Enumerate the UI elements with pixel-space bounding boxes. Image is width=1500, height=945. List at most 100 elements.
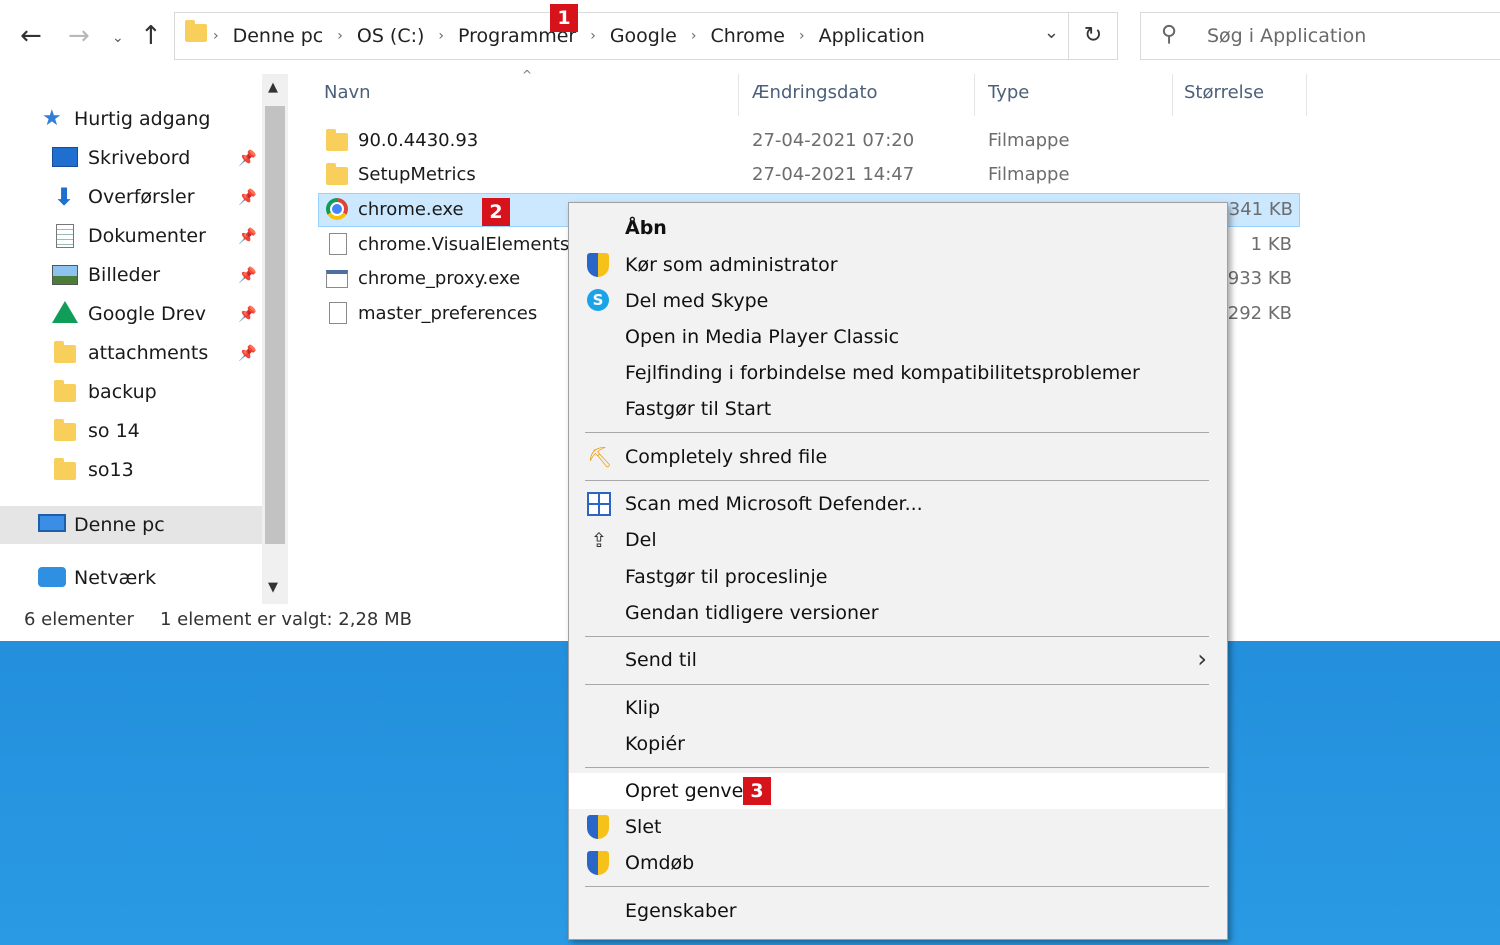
- pin-icon[interactable]: 📌: [238, 149, 257, 167]
- breadcrumb-os-c[interactable]: OS (C:): [357, 25, 425, 47]
- menu-item-pin-to-taskbar[interactable]: Fastgør til proceslinje: [569, 559, 1225, 595]
- sidebar-item-label: so13: [88, 459, 134, 481]
- uac-shield-icon: [587, 851, 611, 875]
- menu-item-run-as-admin[interactable]: Kør som administrator: [569, 247, 1225, 283]
- chevron-right-icon[interactable]: ›: [438, 28, 444, 44]
- shredder-icon: ⛏: [587, 445, 613, 469]
- scroll-up-arrow-icon[interactable]: ▲: [268, 80, 278, 95]
- sidebar-item-so-14[interactable]: so 14: [0, 412, 262, 450]
- menu-item-cut[interactable]: Klip: [569, 690, 1225, 726]
- desktop-icon: [52, 147, 78, 167]
- menu-item-label: Fejlfinding i forbindelse med kompatibil…: [625, 362, 1140, 384]
- sidebar-item-overforsler[interactable]: ⬇ Overførsler 📌: [0, 178, 262, 216]
- breadcrumb-google[interactable]: Google: [610, 25, 677, 47]
- menu-separator: [585, 636, 1209, 637]
- menu-item-shred-file[interactable]: ⛏ Completely shred file: [569, 439, 1225, 475]
- chevron-right-icon[interactable]: ›: [590, 28, 596, 44]
- recent-locations-chevron-icon[interactable]: ⌄: [112, 22, 124, 54]
- sidebar-item-backup[interactable]: backup: [0, 373, 262, 411]
- menu-separator: [585, 886, 1209, 887]
- pin-icon[interactable]: 📌: [238, 227, 257, 245]
- uac-shield-icon: [587, 253, 611, 277]
- scrollbar-thumb[interactable]: [265, 106, 285, 544]
- sidebar-item-label: Billeder: [88, 264, 161, 286]
- sidebar-item-dokumenter[interactable]: Dokumenter 📌: [0, 217, 262, 255]
- chevron-right-icon[interactable]: ›: [799, 28, 805, 44]
- forward-arrow-icon[interactable]: →: [68, 20, 90, 52]
- pin-icon[interactable]: 📌: [238, 188, 257, 206]
- menu-item-properties[interactable]: Egenskaber: [569, 893, 1225, 929]
- file-row-90-0-4430-93[interactable]: 90.0.4430.93 27-04-2021 07:20 Filmappe: [318, 124, 1298, 158]
- documents-icon: [56, 224, 74, 248]
- menu-item-create-shortcut[interactable]: Opret genvej: [569, 773, 1225, 809]
- file-type: Filmappe: [988, 164, 1070, 185]
- menu-item-label: Åbn: [625, 217, 667, 239]
- sidebar-item-so13[interactable]: so13: [0, 451, 262, 489]
- sidebar-item-denne-pc[interactable]: Denne pc: [0, 506, 262, 544]
- sidebar-item-netvaerk[interactable]: Netværk: [0, 559, 262, 597]
- menu-item-restore-versions[interactable]: Gendan tidligere versioner: [569, 595, 1225, 631]
- search-input[interactable]: ⚲ Søg i Application: [1140, 12, 1500, 60]
- sidebar-item-skrivebord[interactable]: Skrivebord 📌: [0, 139, 262, 177]
- menu-item-copy[interactable]: Kopiér: [569, 726, 1225, 762]
- breadcrumb-denne-pc[interactable]: Denne pc: [233, 25, 324, 47]
- menu-separator: [585, 684, 1209, 685]
- address-bar[interactable]: › Denne pc › OS (C:) › Programmer › Goog…: [174, 12, 1118, 60]
- file-name: 90.0.4430.93: [358, 130, 479, 151]
- menu-item-open-mpc[interactable]: Open in Media Player Classic: [569, 319, 1225, 355]
- sidebar-item-billeder[interactable]: Billeder 📌: [0, 256, 262, 294]
- chevron-down-icon[interactable]: ⌄: [1044, 22, 1059, 43]
- menu-item-label: Klip: [625, 697, 661, 719]
- sidebar-item-label: so 14: [88, 420, 140, 442]
- sidebar-item-quick-access[interactable]: ★ Hurtig adgang: [0, 100, 262, 138]
- sidebar-item-google-drev[interactable]: Google Drev 📌: [0, 295, 262, 333]
- menu-item-scan-defender[interactable]: Scan med Microsoft Defender...: [569, 486, 1225, 522]
- column-header-date[interactable]: Ændringsdato: [752, 82, 878, 103]
- menu-item-open[interactable]: Åbn: [569, 210, 1225, 246]
- menu-item-share-skype[interactable]: S Del med Skype: [569, 283, 1225, 319]
- search-icon: ⚲: [1161, 22, 1178, 47]
- pin-icon[interactable]: 📌: [238, 305, 257, 323]
- menu-item-label: Send til: [625, 649, 697, 671]
- menu-item-rename[interactable]: Omdøb: [569, 845, 1225, 881]
- column-divider[interactable]: [1306, 74, 1307, 116]
- breadcrumb-application[interactable]: Application: [819, 25, 925, 47]
- google-drive-icon: [52, 301, 78, 323]
- scroll-down-arrow-icon[interactable]: ▼: [268, 580, 278, 595]
- column-divider[interactable]: [974, 74, 975, 116]
- chevron-right-icon[interactable]: ›: [213, 28, 219, 44]
- column-divider[interactable]: [738, 74, 739, 116]
- computer-icon: [38, 514, 66, 532]
- column-header-type[interactable]: Type: [988, 82, 1029, 103]
- pin-icon[interactable]: 📌: [238, 266, 257, 284]
- sidebar-item-label: Overførsler: [88, 186, 195, 208]
- refresh-icon[interactable]: ↻: [1068, 13, 1117, 59]
- up-arrow-icon[interactable]: ↑: [140, 20, 162, 52]
- menu-item-delete[interactable]: Slet: [569, 809, 1225, 845]
- column-divider[interactable]: [1172, 74, 1173, 116]
- skype-icon: S: [587, 289, 611, 313]
- file-type: Filmappe: [988, 130, 1070, 151]
- menu-item-send-to[interactable]: Send til ›: [569, 642, 1225, 678]
- breadcrumb-chrome[interactable]: Chrome: [710, 25, 785, 47]
- file-date: 27-04-2021 14:47: [752, 164, 915, 185]
- chevron-right-icon[interactable]: ›: [691, 28, 697, 44]
- sidebar-item-label: Hurtig adgang: [74, 108, 211, 130]
- sidebar-item-label: Denne pc: [74, 514, 165, 536]
- back-arrow-icon[interactable]: ←: [20, 20, 42, 52]
- column-header-name[interactable]: Navn: [324, 82, 371, 103]
- menu-item-pin-to-start[interactable]: Fastgør til Start: [569, 391, 1225, 427]
- context-menu: Åbn Kør som administrator S Del med Skyp…: [568, 202, 1228, 940]
- column-header-size[interactable]: Størrelse: [1184, 82, 1264, 103]
- menu-item-label: Kopiér: [625, 733, 685, 755]
- sidebar-item-label: Skrivebord: [88, 147, 191, 169]
- pin-icon[interactable]: 📌: [238, 344, 257, 362]
- chevron-right-icon[interactable]: ›: [337, 28, 343, 44]
- sidebar-scrollbar[interactable]: ▲ ▼: [262, 74, 288, 604]
- file-row-setupmetrics[interactable]: SetupMetrics 27-04-2021 14:47 Filmappe: [318, 158, 1298, 192]
- menu-item-troubleshoot-compatibility[interactable]: Fejlfinding i forbindelse med kompatibil…: [569, 355, 1225, 391]
- address-row: ← → ⌄ ↑ › Denne pc › OS (C:) › Programme…: [0, 0, 1500, 74]
- sidebar-item-attachments[interactable]: attachments 📌: [0, 334, 262, 372]
- star-icon: ★: [42, 106, 62, 131]
- menu-item-share[interactable]: ⇪ Del: [569, 522, 1225, 558]
